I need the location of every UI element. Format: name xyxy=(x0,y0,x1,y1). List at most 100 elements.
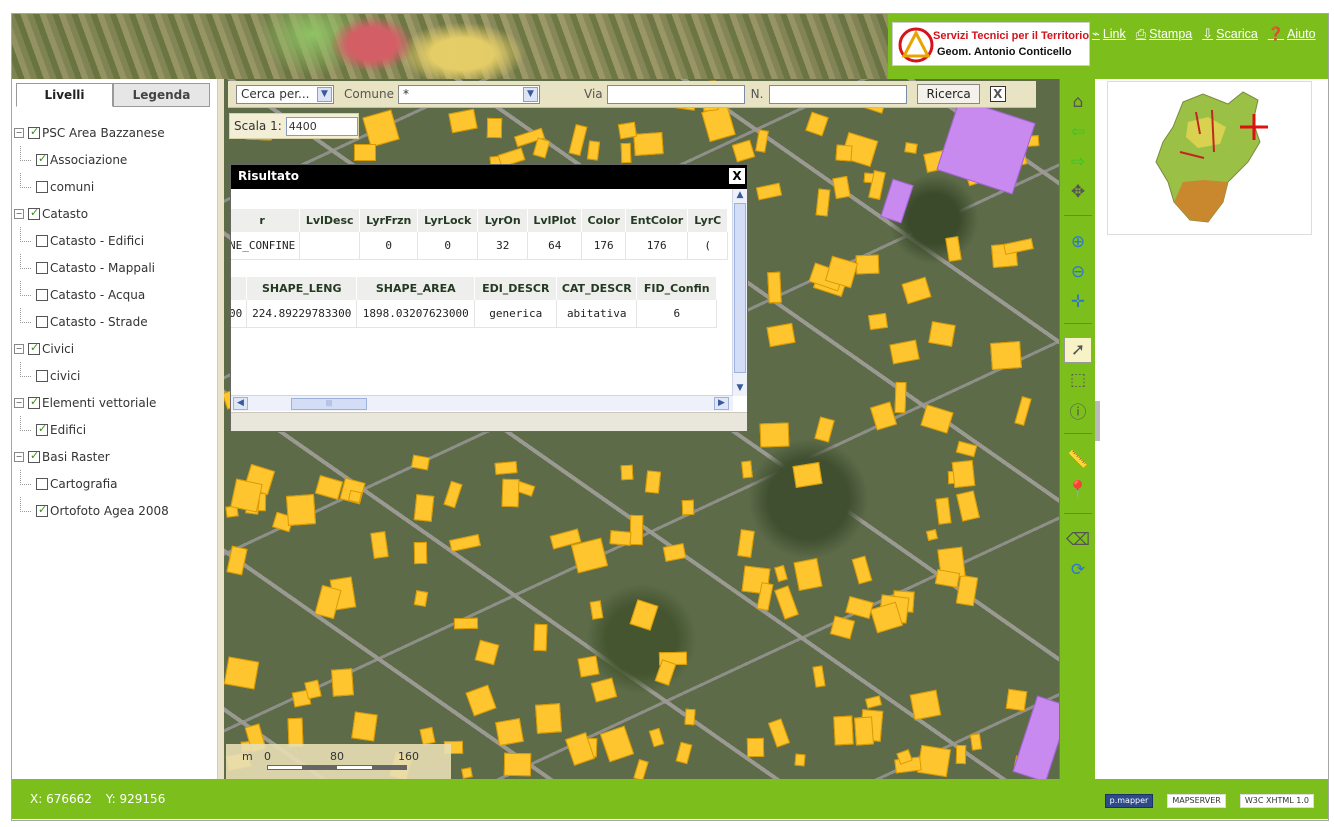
map-building xyxy=(935,497,952,525)
column-header[interactable]: LyrOn xyxy=(477,209,529,232)
layer-item-label: Associazione xyxy=(50,152,128,167)
column-header[interactable]: LyrC xyxy=(687,209,729,232)
map-building xyxy=(347,489,363,504)
close-search-button[interactable]: X xyxy=(989,86,1006,102)
print-link[interactable]: ⎙ Stampa xyxy=(1136,26,1193,42)
comune-select[interactable]: * ▼ xyxy=(398,84,541,104)
forward-arrow-icon[interactable]: ⇨ xyxy=(1064,149,1092,175)
column-header[interactable]: CAT_DESCR xyxy=(556,277,638,300)
column-header[interactable]: FID_Confin xyxy=(636,277,718,300)
column-header[interactable]: r xyxy=(231,209,301,232)
select-icon[interactable]: ⬚ xyxy=(1064,367,1092,393)
info-icon[interactable]: ⓘ xyxy=(1064,397,1092,423)
number-label: N. xyxy=(750,87,764,101)
collapse-icon[interactable]: − xyxy=(14,397,24,408)
map-building xyxy=(812,665,826,688)
layer-checkbox[interactable] xyxy=(36,369,48,382)
scroll-right-icon[interactable]: ▶ xyxy=(714,397,729,410)
map-building xyxy=(951,459,976,489)
horizontal-scrollbar[interactable]: ◀ ||| ▶ xyxy=(231,395,733,411)
collapse-icon[interactable]: − xyxy=(14,127,24,138)
back-arrow-icon[interactable]: ⇦ xyxy=(1064,119,1092,145)
overview-map[interactable] xyxy=(1107,81,1312,235)
number-input[interactable] xyxy=(769,84,908,104)
layer-item-label: Ortofoto Agea 2008 xyxy=(50,503,169,518)
via-label: Via xyxy=(584,87,603,101)
vertical-scrollbar[interactable]: ▲ ▼ xyxy=(732,189,747,396)
search-bar: Cerca per... ▼ Comune * ▼ Via N. Ricerca… xyxy=(228,81,1036,108)
zoom-in-icon[interactable]: ⊕ xyxy=(1064,229,1092,255)
layer-checkbox[interactable] xyxy=(36,422,48,436)
map-building xyxy=(461,767,473,779)
scale-input[interactable]: 4400 xyxy=(285,116,358,136)
identify-icon[interactable]: ➚ xyxy=(1064,337,1092,363)
column-header[interactable]: LyrLock xyxy=(417,209,479,232)
layer-checkbox[interactable] xyxy=(36,503,48,517)
tab-livelli[interactable]: Livelli xyxy=(16,83,113,107)
layer-checkbox[interactable] xyxy=(36,261,48,274)
layer-checkbox[interactable] xyxy=(28,395,40,409)
measure-icon[interactable]: 📏 xyxy=(1064,447,1092,473)
collapse-icon[interactable]: − xyxy=(14,343,24,354)
ricerca-button[interactable]: Ricerca xyxy=(917,84,980,104)
layer-checkbox[interactable] xyxy=(36,315,48,328)
layer-group: − Catasto xyxy=(12,200,218,227)
footer-badges: p.mapper MAPSERVER W3C XHTML 1.0 xyxy=(1104,794,1314,808)
map-building xyxy=(731,139,756,163)
column-header[interactable]: LvlPlot xyxy=(527,209,583,232)
zoom-extent-icon[interactable]: ✥ xyxy=(1064,179,1092,205)
layer-checkbox[interactable] xyxy=(28,125,40,139)
map-building xyxy=(845,596,874,619)
layer-checkbox[interactable] xyxy=(36,234,48,247)
search-type-select[interactable]: Cerca per... ▼ xyxy=(236,84,334,104)
splitter-grip[interactable] xyxy=(1095,401,1100,441)
pmapper-badge[interactable]: p.mapper xyxy=(1104,794,1154,808)
column-header[interactable]: SHAPE_AREA xyxy=(356,277,476,300)
zoom-out-icon[interactable]: ⊖ xyxy=(1064,259,1092,285)
column-header[interactable]: LyrFrzn xyxy=(359,209,419,232)
column-header[interactable]: EDI_DESCR xyxy=(474,277,558,300)
layer-checkbox[interactable] xyxy=(28,449,40,463)
collapse-icon[interactable]: − xyxy=(14,208,24,219)
app-footer: X: 676662 Y: 929156 p.mapper MAPSERVER W… xyxy=(12,779,1328,819)
refresh-icon[interactable]: ⟳ xyxy=(1064,557,1092,583)
point-marker-icon[interactable]: 📍 xyxy=(1064,477,1092,503)
layer-checkbox[interactable] xyxy=(36,477,48,490)
column-header[interactable]: EntColor xyxy=(625,209,689,232)
download-link[interactable]: ⇩ Scarica xyxy=(1202,26,1258,42)
map-building xyxy=(448,108,478,134)
layer-checkbox[interactable] xyxy=(28,206,40,220)
layer-checkbox[interactable] xyxy=(36,288,48,301)
map-building xyxy=(759,422,790,448)
scroll-thumb[interactable] xyxy=(734,203,746,373)
link-link[interactable]: ⌁ Link xyxy=(1092,26,1126,42)
column-header[interactable]: SHAPE_LENG xyxy=(246,277,358,300)
via-input[interactable] xyxy=(606,84,745,104)
scroll-up-icon[interactable]: ▲ xyxy=(733,189,747,202)
map-building xyxy=(586,140,601,161)
tab-legenda[interactable]: Legenda xyxy=(113,83,210,107)
result-titlebar[interactable]: Risultato X xyxy=(231,165,747,189)
home-icon[interactable]: ⌂ xyxy=(1064,89,1092,115)
map-building xyxy=(684,708,696,726)
clear-icon[interactable]: ⌫ xyxy=(1064,527,1092,553)
collapse-icon[interactable]: − xyxy=(14,451,24,462)
right-splitter[interactable] xyxy=(1095,79,1105,779)
hscroll-thumb[interactable]: ||| xyxy=(291,398,367,410)
layer-checkbox[interactable] xyxy=(36,152,48,166)
map-building xyxy=(794,753,806,767)
pan-icon[interactable]: ✛ xyxy=(1064,289,1092,315)
layer-item: Ortofoto Agea 2008 xyxy=(12,497,218,524)
column-header[interactable]: Color xyxy=(581,209,627,232)
map-building xyxy=(774,585,799,620)
column-header[interactable]: LvlDesc xyxy=(299,209,361,232)
layer-checkbox[interactable] xyxy=(36,180,48,193)
layer-checkbox[interactable] xyxy=(28,341,40,355)
scroll-left-icon[interactable]: ◀ xyxy=(233,397,248,410)
column-header[interactable] xyxy=(231,277,248,300)
scroll-down-icon[interactable]: ▼ xyxy=(733,382,747,395)
xhtml-badge[interactable]: W3C XHTML 1.0 xyxy=(1239,794,1314,808)
close-result-button[interactable]: X xyxy=(729,168,745,184)
help-link[interactable]: ❓ Aiuto xyxy=(1268,26,1316,42)
mapserver-badge[interactable]: MAPSERVER xyxy=(1167,794,1226,808)
